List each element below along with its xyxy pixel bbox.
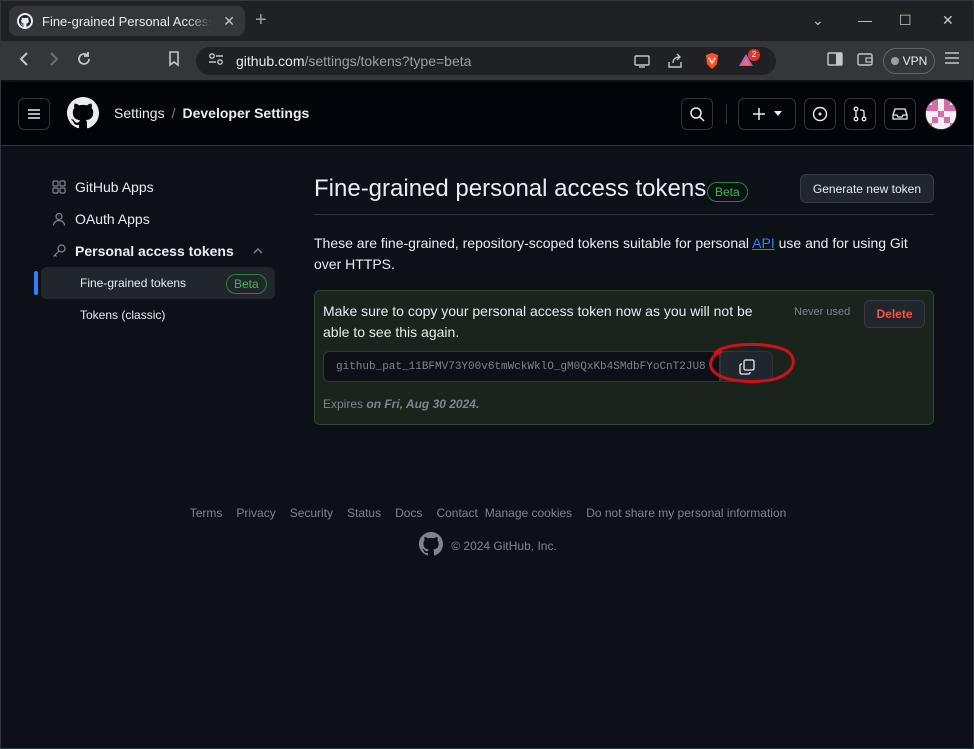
share-icon[interactable] xyxy=(667,53,683,74)
tab-title: Fine-grained Personal Access Tokens xyxy=(42,13,212,29)
git-pull-request-icon xyxy=(853,106,867,122)
person-icon xyxy=(51,211,67,227)
key-icon xyxy=(51,243,67,259)
footer-copyright: © 2024 GitHub, Inc. xyxy=(1,532,973,559)
sidebar-item-tokens-classic[interactable]: Tokens (classic) xyxy=(41,299,275,331)
github-logo-icon[interactable] xyxy=(67,97,100,134)
sidebar-item-github-apps[interactable]: GitHub Apps xyxy=(35,171,275,203)
main-content: Fine-grained personal access tokens Beta… xyxy=(314,171,934,425)
create-new-button[interactable] xyxy=(738,98,796,130)
generate-new-token-button[interactable]: Generate new token xyxy=(799,174,934,203)
reload-icon[interactable] xyxy=(73,51,95,73)
page-header: Fine-grained personal access tokens Beta… xyxy=(314,171,934,215)
window-close-icon[interactable]: ✕ xyxy=(942,12,954,28)
page-footer: Terms Privacy Security Status Docs Conta… xyxy=(1,506,973,559)
tab-search-chevron-icon[interactable]: ⌄ xyxy=(812,12,824,28)
tab-strip: Fine-grained Personal Access Tokens ✕ + … xyxy=(1,1,973,41)
minimize-icon[interactable]: — xyxy=(858,12,872,28)
avatar[interactable] xyxy=(925,98,957,130)
sidebar-item-label: Personal access tokens xyxy=(75,243,234,259)
apps-grid-icon xyxy=(51,179,67,195)
sidebar-toggle-icon[interactable] xyxy=(824,51,846,73)
forward-icon[interactable] xyxy=(43,51,65,73)
issue-opened-icon xyxy=(812,106,828,122)
inbox-button[interactable] xyxy=(884,98,916,130)
breadcrumb-developer-settings[interactable]: Developer Settings xyxy=(182,105,309,121)
browser-tab[interactable]: Fine-grained Personal Access Tokens ✕ xyxy=(9,6,245,36)
browser-toolbar: github.com/settings/tokens?type=beta 2 V… xyxy=(1,41,973,81)
site-info-icon[interactable] xyxy=(208,52,224,71)
bookmark-icon[interactable] xyxy=(163,51,185,73)
vpn-button[interactable]: VPN xyxy=(883,48,935,74)
wallet-icon[interactable] xyxy=(854,51,876,73)
breadcrumb-separator: / xyxy=(171,105,176,121)
copy-token-button[interactable] xyxy=(720,351,773,382)
sidebar-item-label: GitHub Apps xyxy=(75,179,154,195)
url-text: github.com/settings/tokens?type=beta xyxy=(236,53,472,69)
footer-link-privacy[interactable]: Privacy xyxy=(236,506,275,520)
github-favicon-icon xyxy=(17,13,33,29)
new-token-panel: Make sure to copy your personal access t… xyxy=(314,290,934,425)
copy-token-warning: Make sure to copy your personal access t… xyxy=(323,303,753,340)
brave-shield-icon[interactable] xyxy=(704,52,720,75)
footer-link-docs[interactable]: Docs xyxy=(395,506,422,520)
sidebar-item-personal-access-tokens[interactable]: Personal access tokens xyxy=(35,235,275,267)
rewards-count-badge: 2 xyxy=(748,49,760,61)
footer-link-do-not-share[interactable]: Do not share my personal information xyxy=(586,506,786,520)
footer-link-status[interactable]: Status xyxy=(347,506,381,520)
sidebar-item-fine-grained-tokens[interactable]: Fine-grained tokens Beta xyxy=(34,267,275,299)
browser-window: Fine-grained Personal Access Tokens ✕ + … xyxy=(0,0,974,749)
sidebar-item-label: Tokens (classic) xyxy=(80,308,166,322)
api-link[interactable]: API xyxy=(752,235,775,251)
last-used-status: Never used xyxy=(794,306,851,318)
header-divider xyxy=(726,104,727,124)
page-description: These are fine-grained, repository-scope… xyxy=(314,235,908,272)
footer-link-terms[interactable]: Terms xyxy=(190,506,223,520)
copy-icon xyxy=(738,358,755,375)
breadcrumb: Settings / Developer Settings xyxy=(114,105,309,121)
hamburger-menu-button[interactable] xyxy=(18,98,50,130)
sidebar-item-label: Fine-grained tokens xyxy=(80,276,187,290)
footer-link-contact[interactable]: Contact xyxy=(436,506,477,520)
install-app-icon[interactable] xyxy=(634,53,650,74)
issues-button[interactable] xyxy=(804,98,836,130)
search-button[interactable] xyxy=(681,98,713,130)
github-header: Settings / Developer Settings xyxy=(1,82,973,146)
plus-icon xyxy=(753,108,765,120)
footer-link-security[interactable]: Security xyxy=(290,506,333,520)
close-tab-icon[interactable]: ✕ xyxy=(223,13,235,30)
token-value-field[interactable]: github_pat_11BFMV73Y00v6tmWckWklO_gM0QxK… xyxy=(323,351,720,382)
token-expiration: Expires on Fri, Aug 30 2024. xyxy=(323,397,480,411)
delete-token-button[interactable]: Delete xyxy=(864,300,925,328)
address-bar[interactable]: github.com/settings/tokens?type=beta 2 xyxy=(196,47,776,75)
menu-icon[interactable] xyxy=(941,51,963,71)
copyright-text: © 2024 GitHub, Inc. xyxy=(451,538,557,553)
vpn-status-icon xyxy=(890,57,899,65)
pull-requests-button[interactable] xyxy=(844,98,876,130)
inbox-icon xyxy=(892,108,908,120)
beta-badge: Beta xyxy=(707,182,748,202)
beta-badge: Beta xyxy=(226,274,267,294)
back-icon[interactable] xyxy=(13,51,35,73)
chevron-up-icon[interactable] xyxy=(252,244,264,260)
new-tab-icon[interactable]: + xyxy=(255,9,267,31)
github-footer-logo-icon[interactable] xyxy=(419,532,444,559)
breadcrumb-settings[interactable]: Settings xyxy=(114,105,165,121)
footer-links: Terms Privacy Security Status Docs Conta… xyxy=(1,506,973,520)
page-title: Fine-grained personal access tokens xyxy=(314,175,707,202)
sidebar-item-label: OAuth Apps xyxy=(75,211,150,227)
footer-link-manage-cookies[interactable]: Manage cookies xyxy=(485,506,572,520)
settings-sidebar: GitHub Apps OAuth Apps Personal access t… xyxy=(34,171,275,331)
caret-down-icon xyxy=(774,111,782,116)
search-icon xyxy=(690,107,705,122)
sidebar-item-oauth-apps[interactable]: OAuth Apps xyxy=(35,203,275,235)
maximize-icon[interactable]: ☐ xyxy=(899,12,912,28)
